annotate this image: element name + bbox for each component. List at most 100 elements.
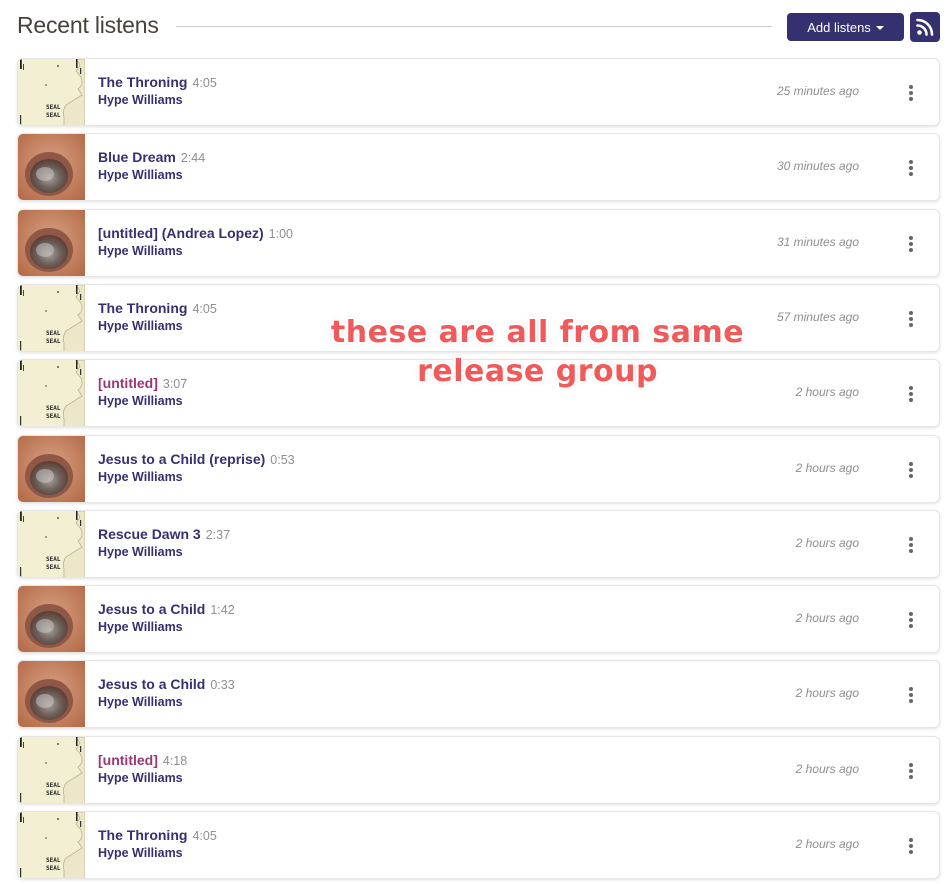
cover-text-1: SEAL bbox=[46, 104, 61, 111]
page-title: Recent listens bbox=[17, 12, 159, 38]
cover-text-1: SEAL bbox=[46, 405, 61, 412]
track-title-row: Jesus to a Child 0:33 bbox=[98, 676, 235, 692]
album-cover[interactable]: SEAL SEAL bbox=[18, 812, 85, 878]
seal-cover-art: SEAL SEAL bbox=[18, 812, 85, 878]
dot-icon bbox=[909, 537, 913, 541]
track-title-link[interactable]: [untitled] (Andrea Lopez) bbox=[98, 225, 264, 241]
album-cover[interactable]: SEAL SEAL bbox=[18, 737, 85, 803]
dot-icon bbox=[909, 618, 913, 622]
dot-icon bbox=[909, 769, 913, 773]
seal-cover-art: SEAL SEAL bbox=[18, 360, 85, 426]
artist-link[interactable]: Hype Williams bbox=[98, 168, 205, 182]
artist-link[interactable]: Hype Williams bbox=[98, 545, 230, 559]
add-listens-label: Add listens bbox=[807, 19, 871, 35]
listen-card: SEAL SEAL [untitled] 4:18 Hype Williams 2 h… bbox=[17, 736, 940, 804]
track-title-row: [untitled] (Andrea Lopez) 1:00 bbox=[98, 225, 293, 241]
track-title-row: Jesus to a Child (reprise) 0:53 bbox=[98, 451, 295, 467]
listen-info: The Throning 4:05 Hype Williams bbox=[98, 827, 217, 860]
more-options-button[interactable] bbox=[903, 685, 919, 705]
more-options-button[interactable] bbox=[903, 460, 919, 480]
dot-icon bbox=[909, 317, 913, 321]
listened-at-time: 2 hours ago bbox=[795, 461, 859, 475]
more-options-button[interactable] bbox=[903, 535, 919, 555]
dot-icon bbox=[909, 624, 913, 628]
track-title-link[interactable]: Blue Dream bbox=[98, 149, 176, 165]
album-cover[interactable] bbox=[18, 436, 85, 502]
track-title-link[interactable]: [untitled] bbox=[98, 752, 158, 768]
track-duration: 4:05 bbox=[192, 829, 217, 843]
album-cover[interactable] bbox=[18, 210, 85, 276]
listen-info: The Throning 4:05 Hype Williams bbox=[98, 74, 217, 107]
more-options-button[interactable] bbox=[903, 610, 919, 630]
more-options-button[interactable] bbox=[903, 234, 919, 254]
more-options-button[interactable] bbox=[903, 309, 919, 329]
album-cover[interactable] bbox=[18, 661, 85, 727]
listened-at-time: 2 hours ago bbox=[795, 611, 859, 625]
listen-card: Blue Dream 2:44 Hype Williams 30 minutes ag… bbox=[17, 133, 940, 201]
listen-info: Jesus to a Child 1:42 Hype Williams bbox=[98, 601, 235, 634]
dot-icon bbox=[909, 166, 913, 170]
more-options-button[interactable] bbox=[903, 384, 919, 404]
dot-icon bbox=[909, 838, 913, 842]
mouth-cover-art bbox=[18, 134, 85, 200]
dot-icon bbox=[909, 97, 913, 101]
album-cover[interactable] bbox=[18, 586, 85, 652]
listen-info: [untitled] (Andrea Lopez) 1:00 Hype Willia… bbox=[98, 225, 293, 258]
track-duration: 2:37 bbox=[205, 528, 231, 542]
artist-link[interactable]: Hype Williams bbox=[98, 319, 217, 333]
dot-icon bbox=[909, 311, 913, 315]
artist-link[interactable]: Hype Williams bbox=[98, 470, 295, 484]
dot-icon bbox=[909, 462, 913, 466]
dot-icon bbox=[909, 543, 913, 547]
mouth-cover-art bbox=[18, 661, 85, 727]
artist-link[interactable]: Hype Williams bbox=[98, 93, 217, 107]
track-title-link[interactable]: The Throning bbox=[98, 827, 187, 843]
listen-info: The Throning 4:05 Hype Williams bbox=[98, 300, 217, 333]
track-title-link[interactable]: The Throning bbox=[98, 74, 187, 90]
track-title-link[interactable]: The Throning bbox=[98, 300, 187, 316]
title-divider bbox=[176, 26, 772, 27]
artist-link[interactable]: Hype Williams bbox=[98, 846, 217, 860]
track-duration: 1:00 bbox=[268, 227, 293, 241]
mouth-cover-art bbox=[18, 586, 85, 652]
listen-card: SEAL SEAL The Throning 4:05 Hype Williams 2… bbox=[17, 58, 940, 126]
more-options-button[interactable] bbox=[903, 83, 919, 103]
artist-link[interactable]: Hype Williams bbox=[98, 771, 187, 785]
cover-text-1: SEAL bbox=[46, 857, 61, 864]
album-cover[interactable]: SEAL SEAL bbox=[18, 59, 85, 125]
more-options-button[interactable] bbox=[903, 761, 919, 781]
artist-link[interactable]: Hype Williams bbox=[98, 394, 187, 408]
cover-text-2: SEAL bbox=[46, 338, 61, 345]
add-listens-button[interactable]: Add listens bbox=[787, 13, 904, 41]
cover-text-1: SEAL bbox=[46, 330, 61, 337]
album-cover[interactable]: SEAL SEAL bbox=[18, 285, 85, 351]
track-title-link[interactable]: Jesus to a Child (reprise) bbox=[98, 451, 265, 467]
dot-icon bbox=[909, 160, 913, 164]
dot-icon bbox=[909, 693, 913, 697]
more-options-button[interactable] bbox=[903, 158, 919, 178]
caret-down-icon bbox=[875, 25, 884, 30]
artist-link[interactable]: Hype Williams bbox=[98, 244, 293, 258]
track-title-row: Blue Dream 2:44 bbox=[98, 149, 205, 165]
track-title-row: [untitled] 4:18 bbox=[98, 752, 187, 768]
track-duration: 0:33 bbox=[210, 678, 235, 692]
listened-at-time: 2 hours ago bbox=[795, 762, 859, 776]
listen-card: SEAL SEAL Rescue Dawn 3 2:37 Hype Williams… bbox=[17, 510, 940, 578]
more-options-button[interactable] bbox=[903, 836, 919, 856]
album-cover[interactable]: SEAL SEAL bbox=[18, 511, 85, 577]
seal-cover-art: SEAL SEAL bbox=[18, 285, 85, 351]
artist-link[interactable]: Hype Williams bbox=[98, 620, 235, 634]
track-title-link[interactable]: Jesus to a Child bbox=[98, 676, 205, 692]
dot-icon bbox=[909, 687, 913, 691]
rss-feed-button[interactable] bbox=[910, 12, 940, 42]
track-title-link[interactable]: Rescue Dawn 3 bbox=[98, 526, 201, 542]
listened-at-time: 30 minutes ago bbox=[776, 159, 859, 173]
track-title-link[interactable]: [untitled] bbox=[98, 375, 158, 391]
track-title-link[interactable]: Jesus to a Child bbox=[98, 601, 205, 617]
album-cover[interactable]: SEAL SEAL bbox=[18, 360, 85, 426]
listen-info: [untitled] 3:07 Hype Williams bbox=[98, 375, 187, 408]
artist-link[interactable]: Hype Williams bbox=[98, 695, 235, 709]
dot-icon bbox=[909, 386, 913, 390]
album-cover[interactable] bbox=[18, 134, 85, 200]
dot-icon bbox=[909, 850, 913, 854]
